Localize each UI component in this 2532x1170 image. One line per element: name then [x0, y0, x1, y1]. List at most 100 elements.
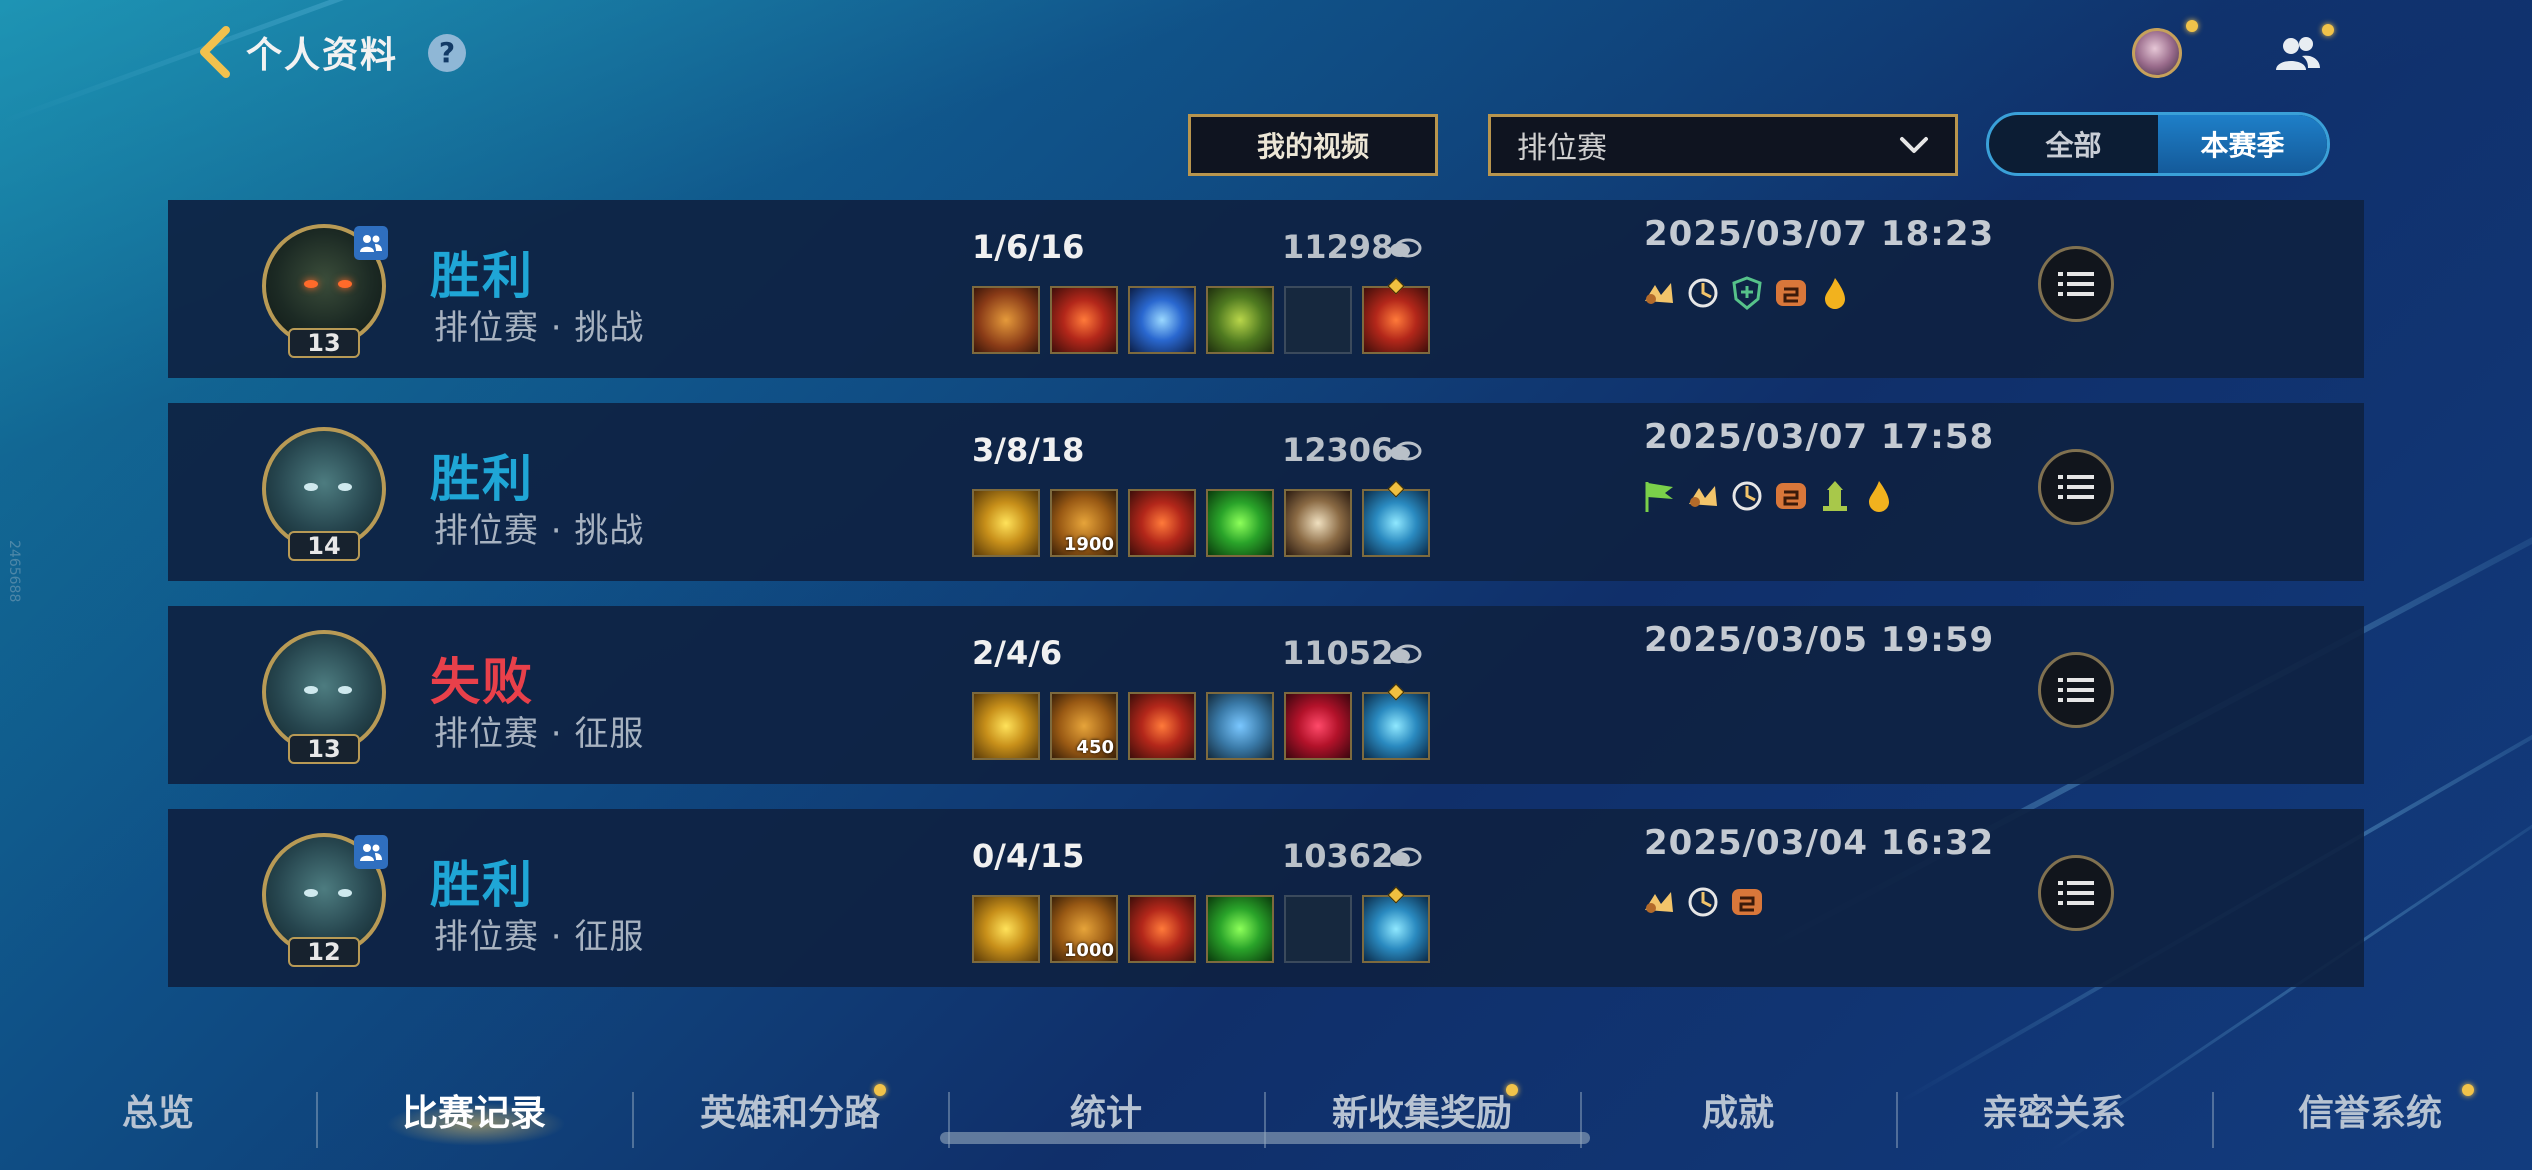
orange-blade-icon[interactable]	[972, 286, 1040, 354]
champion-level: 14	[288, 531, 360, 561]
red-star-icon[interactable]	[1128, 489, 1196, 557]
boot-trinket-icon[interactable]	[1362, 480, 1430, 557]
red-star-trinket-icon[interactable]	[1362, 277, 1430, 354]
nav-tab-label: 亲密关系	[1981, 1093, 2126, 1134]
map-icon[interactable]: 1900	[1050, 489, 1118, 557]
champion-avatar[interactable]: 13	[262, 224, 388, 358]
list-icon	[2058, 475, 2094, 499]
match-card[interactable]: 12 胜利 排位赛 · 征服 0/4/15 10362 1000 2025/03/04 16…	[168, 809, 2364, 987]
side-id-text: 2465688	[6, 540, 22, 603]
friends-icon	[2276, 37, 2320, 70]
boot-trinket-icon[interactable]	[1362, 683, 1430, 760]
season-toggle[interactable]: 全部 本赛季	[1986, 112, 2330, 176]
nav-tab[interactable]: 新收集奖励	[1264, 1060, 1580, 1160]
back-button[interactable]	[196, 26, 230, 78]
lime-orb-icon[interactable]	[1206, 895, 1274, 963]
nav-tab[interactable]: 总览	[0, 1060, 316, 1160]
nav-tab-label: 比赛记录	[401, 1093, 546, 1134]
match-card[interactable]: 13 胜利 排位赛 · 挑战 1/6/16 11298 2025/03/07 18:23	[168, 200, 2364, 378]
vest-icon[interactable]	[1206, 692, 1274, 760]
trinket-marker-icon	[1387, 277, 1405, 295]
green-mask-icon[interactable]	[1206, 286, 1274, 354]
boot-trinket-icon[interactable]	[1362, 886, 1430, 963]
blue-crystal-icon[interactable]	[1128, 286, 1196, 354]
player-avatar-button[interactable]	[2132, 28, 2182, 78]
gold-coin-icon	[1388, 642, 1422, 666]
nav-tab[interactable]: 英雄和分路	[632, 1060, 948, 1160]
nav-scrollbar[interactable]	[940, 1132, 1590, 1144]
friends-button[interactable]	[2272, 34, 2322, 74]
page-title: 个人资料	[246, 35, 399, 76]
item-count: 450	[1076, 737, 1114, 758]
gold-orb-icon[interactable]	[972, 489, 1040, 557]
gold-orb-icon[interactable]	[972, 895, 1040, 963]
champion-level: 13	[288, 328, 360, 358]
shield-icon	[1728, 274, 1766, 312]
portrait-detail	[302, 686, 354, 696]
red-star-icon[interactable]	[1128, 895, 1196, 963]
match-details-button[interactable]	[2038, 449, 2114, 525]
kda-score: 3/8/18	[972, 431, 1085, 469]
item-count: 1900	[1063, 534, 1114, 555]
nav-tab[interactable]: 统计	[948, 1060, 1264, 1160]
lime-orb-icon[interactable]	[1206, 489, 1274, 557]
gold-coin-icon	[1388, 236, 1422, 260]
champion-avatar[interactable]: 14	[262, 427, 386, 561]
fist-icon[interactable]	[1284, 489, 1352, 557]
empty-item-slot[interactable]	[1284, 895, 1352, 963]
nav-tab-label: 统计	[1069, 1093, 1142, 1134]
match-details-button[interactable]	[2038, 855, 2114, 931]
empty-item-slot[interactable]	[1284, 286, 1352, 354]
queue-type-dropdown[interactable]: 排位赛	[1488, 114, 1958, 176]
assist-icon	[1684, 274, 1722, 312]
match-mode: 排位赛 · 征服	[434, 714, 645, 754]
orange-tag-icon	[1772, 477, 1810, 515]
match-card[interactable]: 14 胜利 排位赛 · 挑战 3/8/18 12306 1900 2025/03/07 17…	[168, 403, 2364, 581]
match-date: 2025/03/05 19:59	[1644, 620, 1995, 660]
match-badges	[1640, 883, 1766, 921]
kill-icon	[1640, 274, 1678, 312]
match-date: 2025/03/07 18:23	[1644, 214, 1995, 254]
match-details-button[interactable]	[2038, 652, 2114, 728]
red-star-icon[interactable]	[1128, 692, 1196, 760]
kill-icon	[1684, 477, 1722, 515]
item-slots: 450	[972, 683, 1430, 760]
flame-icon	[1816, 274, 1854, 312]
assist-icon	[1728, 477, 1766, 515]
champion-avatar[interactable]: 13	[262, 630, 386, 764]
match-result: 胜利	[430, 450, 534, 508]
map-icon[interactable]: 1000	[1050, 895, 1118, 963]
notification-dot	[1506, 1084, 1518, 1096]
gold-earned: 12306	[1282, 431, 1394, 469]
trinket-marker-icon	[1387, 683, 1405, 701]
nav-tab[interactable]: 亲密关系	[1896, 1060, 2212, 1160]
chevron-left-icon	[200, 26, 230, 78]
nav-tab[interactable]: 比赛记录	[316, 1060, 632, 1160]
nav-tab-label: 新收集奖励	[1331, 1093, 1512, 1134]
toggle-all[interactable]: 全部	[1989, 115, 2158, 173]
list-icon	[2058, 272, 2094, 296]
bottom-nav: 总览 比赛记录 英雄和分路 统计 新收集奖励 成就 亲密关系 信誉系统	[0, 1060, 2532, 1160]
nav-tab[interactable]: 成就	[1580, 1060, 1896, 1160]
nav-tab[interactable]: 信誉系统	[2212, 1060, 2528, 1160]
toggle-current-season[interactable]: 本赛季	[2158, 115, 2327, 173]
my-videos-button[interactable]: 我的视频	[1188, 114, 1438, 176]
match-card[interactable]: 13 失败 排位赛 · 征服 2/4/6 11052 450 2025/03/05 19:5…	[168, 606, 2364, 784]
ruby-icon[interactable]	[1284, 692, 1352, 760]
portrait-detail	[302, 483, 354, 493]
red-star-icon[interactable]	[1050, 286, 1118, 354]
kda-score: 1/6/16	[972, 228, 1085, 266]
map-icon[interactable]: 450	[1050, 692, 1118, 760]
orange-tag-icon	[1772, 274, 1810, 312]
match-details-button[interactable]	[2038, 246, 2114, 322]
notification-dot	[874, 1084, 886, 1096]
party-icon	[354, 226, 388, 260]
help-icon[interactable]: ?	[428, 34, 466, 72]
champion-avatar[interactable]: 12	[262, 833, 388, 967]
champion-level: 13	[288, 734, 360, 764]
flame-icon	[1860, 477, 1898, 515]
nav-tab-label: 成就	[1701, 1093, 1774, 1134]
gold-orb-icon[interactable]	[972, 692, 1040, 760]
assist-icon	[1684, 883, 1722, 921]
nav-tab-label: 英雄和分路	[699, 1093, 880, 1134]
